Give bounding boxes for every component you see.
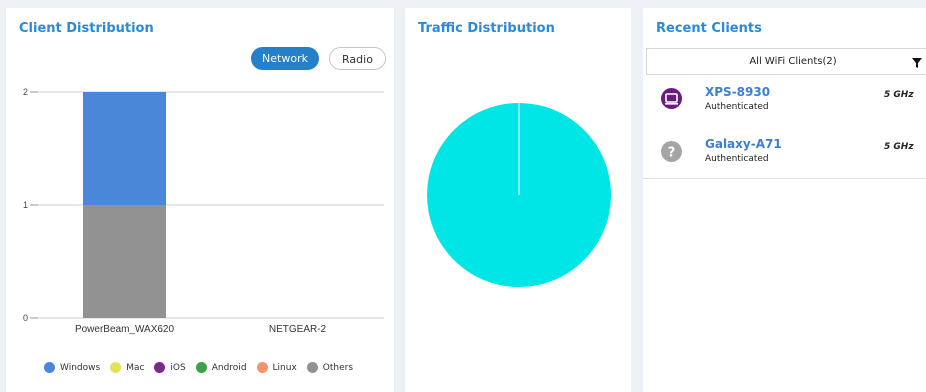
legend-swatch [306,362,318,373]
bar [83,205,166,318]
client-row[interactable]: XPS-8930 Authenticated 5 GHz [643,85,926,133]
client-name[interactable]: XPS-8930 [705,85,770,99]
divider [643,178,926,179]
client-name[interactable]: Galaxy-A71 [705,137,782,151]
y-tick-label: 0 [23,313,28,323]
unknown-device-icon: ? [661,141,682,162]
legend-label: iOS [170,362,186,373]
legend-label: Android [211,362,247,373]
client-filter-bar[interactable]: All WiFi Clients(2) [646,48,926,75]
legend-item[interactable]: Windows [44,362,100,373]
filter-icon[interactable] [911,57,923,69]
legend-swatch [256,362,268,373]
legend-label: Others [322,362,354,373]
recent-clients-title: Recent Clients [656,21,762,36]
x-tick-label: PowerBeam_WAX620 [75,324,175,335]
y-tick-label: 2 [23,87,28,97]
client-distribution-chart: 0 1 2 PowerBeam_WAX620 NETGEAR-2 [23,87,384,335]
legend-label: Windows [60,362,101,373]
legend-swatch [195,362,207,373]
x-tick-label: NETGEAR-2 [269,324,327,335]
legend-swatch [110,362,122,373]
bar [83,92,166,205]
client-distribution-card: Client Distribution Network Radio 0 1 2 Pow… [6,8,394,392]
legend-item[interactable]: Mac [110,362,144,373]
client-filter-label[interactable]: All WiFi Clients(2) [647,56,926,67]
client-band: 5 GHz [884,142,914,152]
laptop-icon [661,88,682,109]
traffic-distribution-card: Traffic Distribution [405,8,631,392]
legend-label: Linux [272,362,297,373]
legend-item[interactable]: Linux [256,362,297,373]
legend-swatch [44,362,55,373]
recent-clients-card: Recent Clients All WiFi Clients(2) XPS-8… [643,8,926,392]
client-status: Authenticated [705,154,769,164]
svg-text:?: ? [668,146,676,161]
y-tick-label: 1 [23,200,28,210]
legend-swatch [154,362,166,373]
chart-legend: Windows Mac iOS Android Linux Others [44,362,363,373]
client-status: Authenticated [705,102,769,112]
legend-item[interactable]: Others [306,362,354,373]
legend-item[interactable]: Android [195,362,247,373]
traffic-distribution-chart [427,103,611,287]
legend-label: Mac [126,362,145,373]
legend-item[interactable]: iOS [154,362,186,373]
client-band: 5 GHz [884,90,914,100]
